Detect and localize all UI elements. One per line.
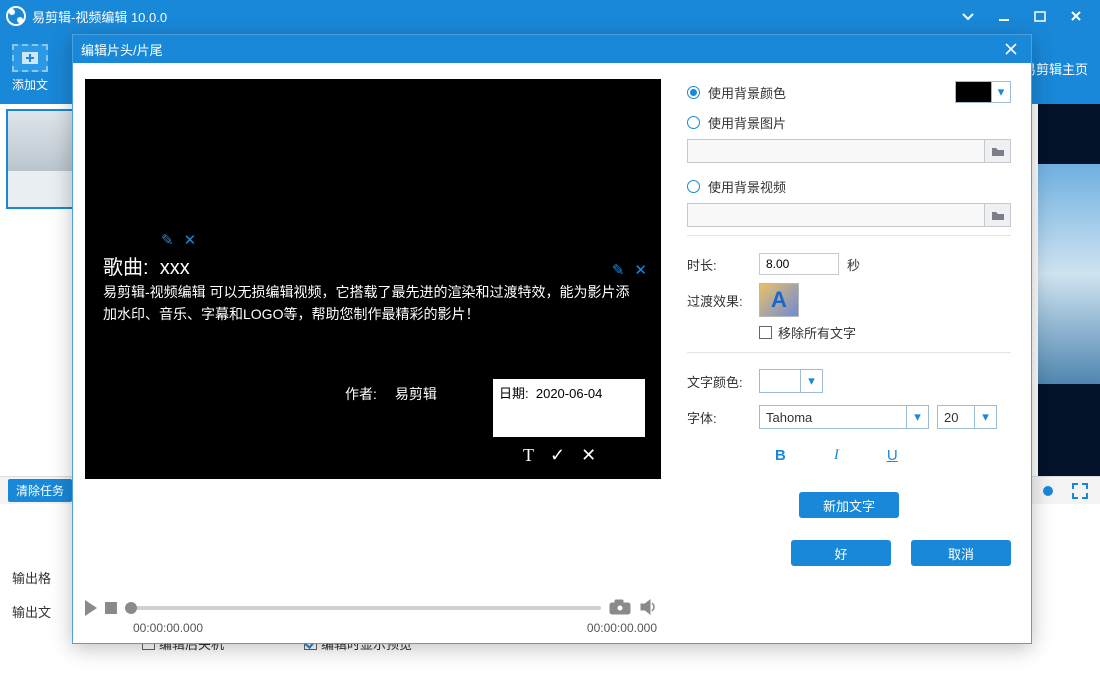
- font-label: 字体:: [687, 408, 759, 427]
- font-family-select[interactable]: Tahoma ▾: [759, 405, 929, 429]
- text-style-button[interactable]: T: [523, 445, 534, 466]
- underline-button[interactable]: U: [887, 447, 898, 464]
- titlebar: 易剪辑-视频编辑 10.0.0: [0, 0, 1100, 32]
- chevron-down-icon: ▾: [975, 405, 997, 429]
- radio-icon: [687, 116, 700, 129]
- browse-image-button[interactable]: [985, 139, 1011, 163]
- bg-color-picker[interactable]: ▾: [955, 81, 1011, 103]
- delete-overlay-icon[interactable]: ✕: [184, 231, 197, 249]
- text-color-label: 文字颜色:: [687, 372, 759, 391]
- fullscreen-icon[interactable]: [1068, 479, 1092, 503]
- bg-video-path-input[interactable]: [687, 203, 985, 227]
- app-logo-icon: [6, 6, 26, 26]
- settings-pane: 使用背景颜色 ▾ 使用背景图片 使用背景视频: [673, 63, 1031, 643]
- folder-icon: [991, 146, 1005, 157]
- checkbox-icon: [759, 326, 772, 339]
- dropdown-menu-button[interactable]: [950, 0, 986, 32]
- home-link[interactable]: 易剪辑主页: [1023, 59, 1088, 78]
- play-button[interactable]: [85, 600, 97, 616]
- italic-button[interactable]: I: [834, 447, 839, 464]
- chevron-down-icon: ▾: [801, 369, 823, 393]
- close-button[interactable]: [1058, 0, 1094, 32]
- stop-button[interactable]: [105, 602, 117, 614]
- maximize-button[interactable]: [1022, 0, 1058, 32]
- dialog-title: 编辑片头/片尾: [81, 40, 163, 59]
- window-title: 易剪辑-视频编辑 10.0.0: [32, 7, 167, 26]
- clear-tasks-button[interactable]: 清除任务: [8, 479, 72, 502]
- edit-overlay-icon[interactable]: ✎: [161, 231, 174, 249]
- add-file-button[interactable]: 添加文: [12, 44, 48, 93]
- time-current: 00:00:00.000: [133, 621, 203, 635]
- output-file-label: 输出文: [12, 602, 72, 621]
- cancel-button[interactable]: 取消: [911, 540, 1011, 566]
- add-file-icon: [12, 44, 48, 72]
- color-swatch: [759, 369, 801, 393]
- seek-slider[interactable]: [125, 606, 601, 610]
- output-format-label: 输出格: [12, 568, 72, 587]
- browse-video-button[interactable]: [985, 203, 1011, 227]
- time-total: 00:00:00.000: [587, 621, 657, 635]
- snapshot-button[interactable]: [609, 599, 631, 617]
- bg-video-radio[interactable]: 使用背景视频: [687, 171, 1011, 201]
- add-file-label: 添加文: [12, 76, 48, 93]
- confirm-text-button[interactable]: ✓: [550, 445, 565, 466]
- ok-button[interactable]: 好: [791, 540, 891, 566]
- song-text-overlay[interactable]: 歌曲: xxx: [103, 251, 190, 280]
- edit-overlay-icon[interactable]: ✎: [612, 261, 625, 279]
- folder-icon: [991, 210, 1005, 221]
- dialog-titlebar: 编辑片头/片尾: [73, 35, 1031, 63]
- bg-image-radio[interactable]: 使用背景图片: [687, 107, 1011, 137]
- cancel-text-button[interactable]: ✕: [581, 445, 596, 466]
- edit-intro-outro-dialog: 编辑片头/片尾 ✎ ✕ 歌曲: xxx ✎ ✕ 易剪辑-视频编辑 可以无损编辑视…: [72, 34, 1032, 644]
- transition-label: 过渡效果:: [687, 291, 759, 310]
- duration-input[interactable]: [759, 253, 839, 275]
- preview-pane: ✎ ✕ 歌曲: xxx ✎ ✕ 易剪辑-视频编辑 可以无损编辑视频，它搭载了最先…: [73, 63, 673, 643]
- chevron-down-icon: ▾: [907, 405, 929, 429]
- bg-image-path-input[interactable]: [687, 139, 985, 163]
- right-preview-strip: [1038, 104, 1100, 476]
- transition-effect-picker[interactable]: A: [759, 283, 799, 317]
- text-color-picker[interactable]: ▾: [759, 369, 823, 393]
- remove-all-text-checkbox[interactable]: 移除所有文字: [759, 318, 1011, 346]
- color-swatch: [956, 82, 992, 102]
- date-text-editor[interactable]: 日期: 2020-06-04: [493, 379, 645, 437]
- author-text-overlay[interactable]: 作者: 易剪辑: [345, 384, 437, 404]
- radio-icon: [687, 86, 700, 99]
- delete-overlay-icon[interactable]: ✕: [634, 261, 647, 279]
- keyframe-icon[interactable]: [1036, 479, 1060, 503]
- description-text-overlay[interactable]: 易剪辑-视频编辑 可以无损编辑视频，它搭载了最先进的渲染和过渡特效，能为影片添加…: [103, 281, 643, 326]
- add-text-button[interactable]: 新加文字: [799, 492, 899, 518]
- player-controls: 00:00:00.000 00:00:00.000: [85, 589, 661, 635]
- minimize-button[interactable]: [986, 0, 1022, 32]
- volume-button[interactable]: [639, 599, 661, 617]
- chevron-down-icon: ▾: [992, 82, 1010, 102]
- preview-canvas[interactable]: ✎ ✕ 歌曲: xxx ✎ ✕ 易剪辑-视频编辑 可以无损编辑视频，它搭载了最先…: [85, 79, 661, 479]
- radio-icon: [687, 180, 700, 193]
- text-edit-toolbar: T ✓ ✕: [523, 441, 596, 469]
- bg-color-radio[interactable]: 使用背景颜色 ▾: [687, 77, 1011, 107]
- dialog-close-button[interactable]: [999, 37, 1023, 61]
- duration-label: 时长:: [687, 255, 759, 274]
- duration-unit: 秒: [847, 255, 860, 274]
- bold-button[interactable]: B: [775, 447, 786, 464]
- font-size-select[interactable]: 20 ▾: [937, 405, 997, 429]
